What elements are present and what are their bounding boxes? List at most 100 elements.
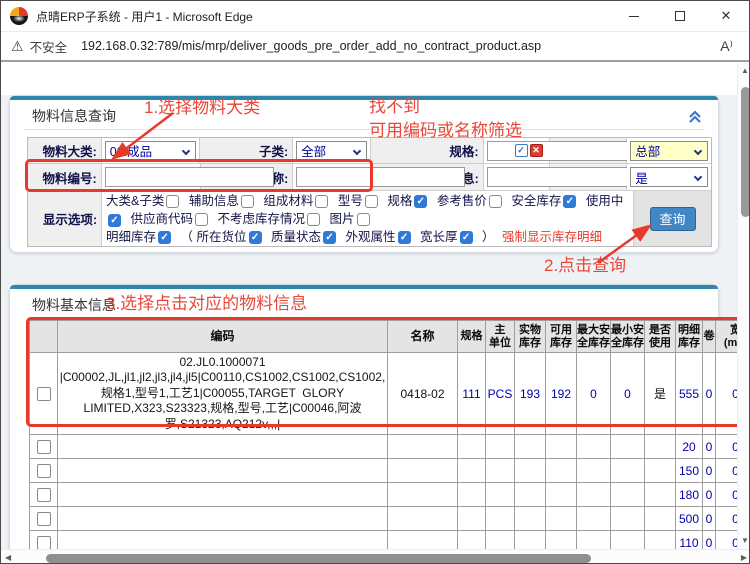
header-roll: 卷 xyxy=(703,321,716,353)
option-checkbox[interactable] xyxy=(241,195,254,208)
operation-center-cell: 总部 xyxy=(627,138,711,163)
option-checkbox[interactable] xyxy=(365,195,378,208)
browser-window: 点晴ERP子系统 - 用户1 - Microsoft Edge ✕ ⚠ 不安全 … xyxy=(0,0,750,564)
option-checkbox[interactable] xyxy=(414,195,427,208)
row-checkbox[interactable] xyxy=(37,536,51,550)
material-table: 编码 名称 规格 主 单位 实物 库存 可用 库存 最大安 全库存 最小安 全库… xyxy=(29,320,750,555)
query-form: 物料大类: 02:成品 子类: 全部 规格: xyxy=(27,137,712,247)
material-category-cell: 02:成品 xyxy=(102,138,201,163)
option-checkbox[interactable] xyxy=(357,213,370,226)
option-checkbox[interactable] xyxy=(315,195,328,208)
maximize-button[interactable] xyxy=(657,1,703,31)
table-row[interactable]: 150 0 0 xyxy=(30,459,750,483)
spec-label: 规格: xyxy=(371,138,484,163)
row-checkbox[interactable] xyxy=(37,488,51,502)
option-checkbox[interactable] xyxy=(323,231,336,244)
code-cell[interactable]: 02.JL0.1000071 |C00002,JL,jl1,jl2,jl3,jl… xyxy=(58,353,388,435)
material-category-label: 物料大类: xyxy=(28,138,102,163)
option-checkbox[interactable] xyxy=(108,214,121,227)
force-detail-note: 强制显示库存明细 xyxy=(502,230,602,244)
spec-cell: ✓ ✕ xyxy=(484,138,550,163)
material-category-select[interactable]: 02:成品 xyxy=(105,141,197,161)
maximize-icon xyxy=(675,11,685,21)
read-aloud-icon[interactable]: A⁾ xyxy=(720,38,739,55)
minimize-button[interactable] xyxy=(611,1,657,31)
header-in-use: 是否 使用 xyxy=(645,321,676,353)
subcategory-cell: 全部 xyxy=(293,138,371,163)
options-line-2: 供应商代码 不考虑库存情况 图片 xyxy=(106,210,633,228)
scroll-right-icon[interactable]: ▶ xyxy=(741,553,747,562)
option-checkbox[interactable] xyxy=(166,195,179,208)
header-detail-stock: 明细 库存 xyxy=(676,321,703,353)
vertical-scrollbar-thumb[interactable] xyxy=(741,87,750,217)
window-title: 点晴ERP子系统 - 用户1 - Microsoft Edge xyxy=(36,8,253,25)
row-checkbox[interactable] xyxy=(37,464,51,478)
chevron-down-icon xyxy=(182,146,190,154)
in-use-value: 是 xyxy=(635,168,648,187)
spec-picker-icon[interactable]: ✓ xyxy=(515,144,528,157)
subcategory-label: 子类: xyxy=(200,138,293,163)
option-checkbox[interactable] xyxy=(158,231,171,244)
options-line-3: 明细库存 （ 所在货位 质量状态 外观属性 宽长厚 ） 强制显示库存明细 xyxy=(106,228,633,246)
header-max-safe-stock: 最大安 全库存 xyxy=(577,321,611,353)
option-checkbox[interactable] xyxy=(249,231,262,244)
horizontal-scrollbar[interactable]: ◀ ▶ xyxy=(1,549,750,564)
in-use-cell: 是 xyxy=(627,164,711,190)
row-checkbox[interactable] xyxy=(37,440,51,454)
table-row[interactable]: 500 0 0 xyxy=(30,507,750,531)
query-panel-title: 物料信息查询 xyxy=(32,106,116,126)
window-controls: ✕ xyxy=(611,1,749,31)
table-row[interactable]: 180 0 0 xyxy=(30,483,750,507)
display-options-cell: 大类&子类 辅助信息 组成材料 型号 规格 参考售价 安全库存 使用中 供应商代… xyxy=(102,191,634,246)
row-checkbox[interactable] xyxy=(37,512,51,526)
divider xyxy=(24,129,704,130)
operation-center-select[interactable]: 总部 xyxy=(630,141,708,161)
option-checkbox[interactable] xyxy=(460,231,473,244)
close-icon: ✕ xyxy=(721,8,732,24)
url-text[interactable]: 192.168.0.32:789/mis/mrp/deliver_goods_p… xyxy=(81,39,541,53)
collapse-panel-icon[interactable] xyxy=(688,110,702,124)
annotation-step2: 2.点击查询 xyxy=(544,254,626,278)
row-checkbox[interactable] xyxy=(37,387,51,401)
chevron-down-icon xyxy=(694,146,702,154)
option-checkbox[interactable] xyxy=(307,213,320,226)
query-button[interactable]: 查询 xyxy=(650,207,696,231)
operation-center-value: 总部 xyxy=(635,141,660,160)
option-checkbox[interactable] xyxy=(195,213,208,226)
header-spec: 规格 xyxy=(458,321,486,353)
table-row[interactable]: 20 0 0 xyxy=(30,435,750,459)
material-code-label: 物料编号: xyxy=(28,164,102,190)
header-physical-stock: 实物 库存 xyxy=(515,321,546,353)
option-checkbox[interactable] xyxy=(489,195,502,208)
query-button-cell: 查询 xyxy=(634,191,711,246)
header-min-safe-stock: 最小安 全库存 xyxy=(611,321,645,353)
table-row[interactable]: 02.JL0.1000071 |C00002,JL,jl1,jl2,jl3,jl… xyxy=(30,353,750,435)
material-code-cell xyxy=(102,164,201,190)
address-bar: ⚠ 不安全 192.168.0.32:789/mis/mrp/deliver_g… xyxy=(1,32,749,62)
name-input[interactable] xyxy=(296,167,465,187)
option-checkbox[interactable] xyxy=(398,231,411,244)
window-titlebar: 点晴ERP子系统 - 用户1 - Microsoft Edge ✕ xyxy=(1,1,749,32)
minimize-icon xyxy=(629,16,639,17)
horizontal-scrollbar-thumb[interactable] xyxy=(46,554,591,563)
options-line-1: 大类&子类 辅助信息 组成材料 型号 规格 参考售价 安全库存 使用中 xyxy=(106,192,633,210)
chevron-down-icon xyxy=(694,173,702,181)
material-code-input[interactable] xyxy=(105,167,274,187)
result-panel-title: 物料基本信息 xyxy=(32,295,116,315)
close-button[interactable]: ✕ xyxy=(703,1,749,31)
result-panel: 物料基本信息 编码 名称 规格 主 单位 实物 库存 可用 库存 最大安 全库存… xyxy=(9,284,719,564)
vertical-scrollbar[interactable]: ▲ ▼ xyxy=(737,63,750,549)
header-code: 编码 xyxy=(58,321,388,353)
subcategory-select[interactable]: 全部 xyxy=(296,141,367,161)
header-unit: 主 单位 xyxy=(486,321,515,353)
material-category-value: 02:成品 xyxy=(110,141,152,160)
header-select xyxy=(30,321,58,353)
in-use-select[interactable]: 是 xyxy=(630,167,708,187)
query-panel: 物料信息查询 物料大类: 02:成品 子类: xyxy=(9,95,719,253)
option-checkbox[interactable] xyxy=(563,195,576,208)
subcategory-value: 全部 xyxy=(301,141,326,160)
scroll-down-icon[interactable]: ▼ xyxy=(738,536,750,545)
scroll-up-icon[interactable]: ▲ xyxy=(738,66,750,75)
scroll-left-icon[interactable]: ◀ xyxy=(5,553,11,562)
spec-clear-icon[interactable]: ✕ xyxy=(530,144,543,157)
